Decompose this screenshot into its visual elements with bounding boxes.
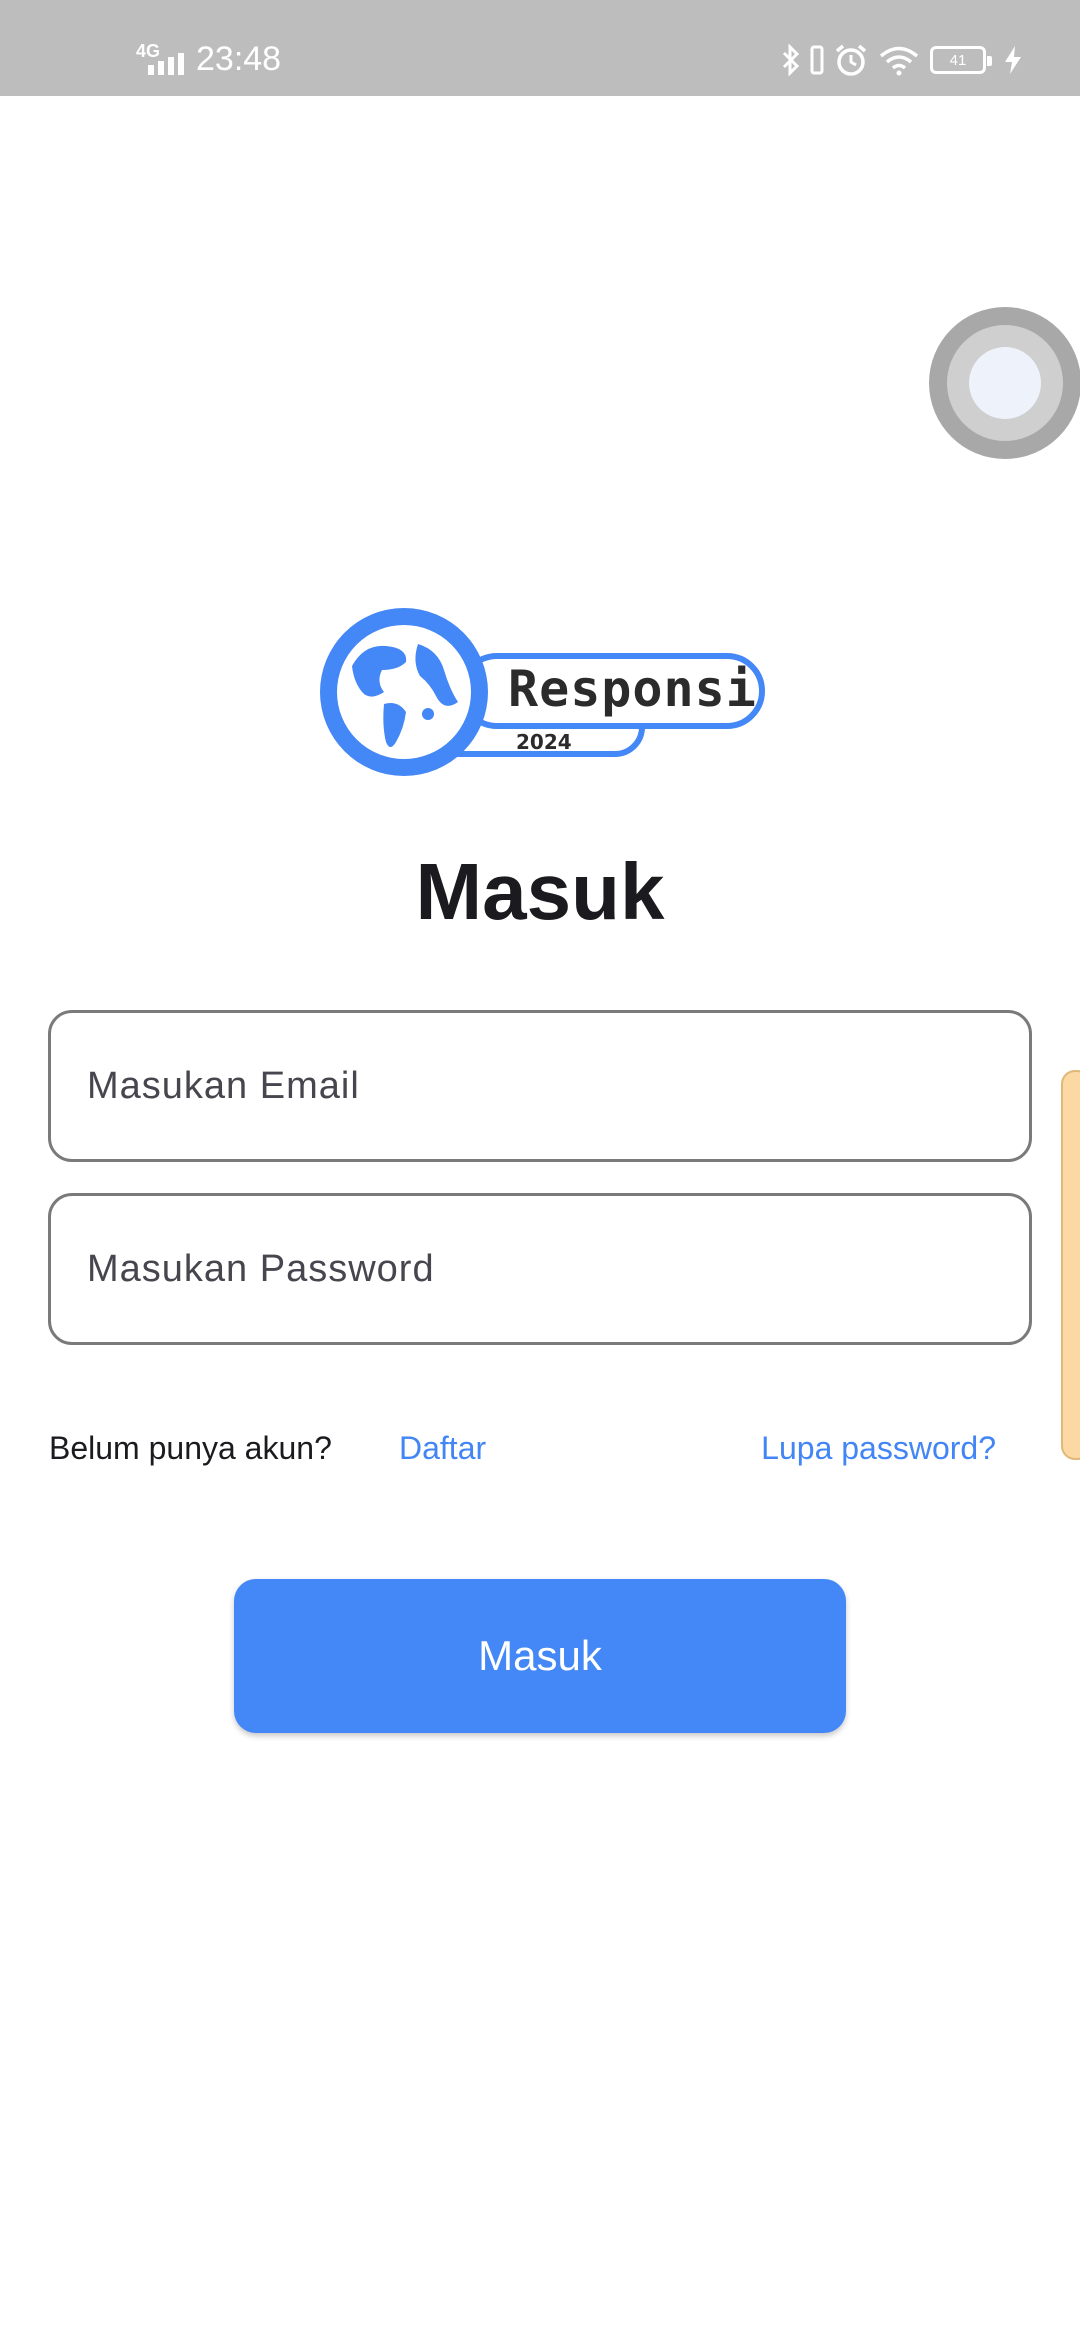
logo-year: 2024	[516, 730, 572, 754]
bluetooth-icon	[782, 44, 800, 76]
battery-level: 41	[949, 51, 967, 69]
signal-icon: 4G	[136, 39, 186, 79]
globe-icon	[320, 608, 488, 776]
password-field[interactable]	[48, 1193, 1032, 1345]
login-screen: 4G 23:48 41 Responsi 2024 Masuk Masukan …	[0, 0, 1080, 2340]
edge-panel-handle[interactable]	[1061, 1070, 1080, 1460]
wifi-icon	[879, 46, 919, 76]
login-button[interactable]: Masuk	[234, 1579, 846, 1733]
email-input[interactable]	[87, 1064, 1029, 1108]
logo-wordmark: Responsi	[508, 660, 757, 718]
battery-icon: 41	[930, 46, 992, 74]
forgot-password-link[interactable]: Lupa password?	[761, 1430, 996, 1467]
alarm-icon	[835, 44, 867, 76]
register-link[interactable]: Daftar	[399, 1430, 486, 1467]
no-account-text: Belum punya akun?	[49, 1430, 332, 1466]
page-title: Masuk	[415, 847, 665, 936]
status-bar: 4G 23:48 41	[0, 0, 1080, 96]
vibrate-icon	[810, 45, 824, 75]
charging-icon	[1005, 46, 1021, 74]
assistive-touch-core	[969, 347, 1041, 419]
status-right: 41	[782, 42, 1024, 78]
clock: 23:48	[196, 39, 282, 78]
status-left: 4G 23:48	[136, 38, 281, 80]
password-input[interactable]	[87, 1247, 1029, 1291]
assistive-touch-ring	[947, 325, 1063, 441]
account-links-row: Belum punya akun? Daftar Lupa password?	[0, 1426, 1080, 1472]
assistive-touch-button[interactable]	[929, 307, 1080, 459]
app-logo: Responsi 2024	[312, 604, 768, 780]
email-field[interactable]	[48, 1010, 1032, 1162]
